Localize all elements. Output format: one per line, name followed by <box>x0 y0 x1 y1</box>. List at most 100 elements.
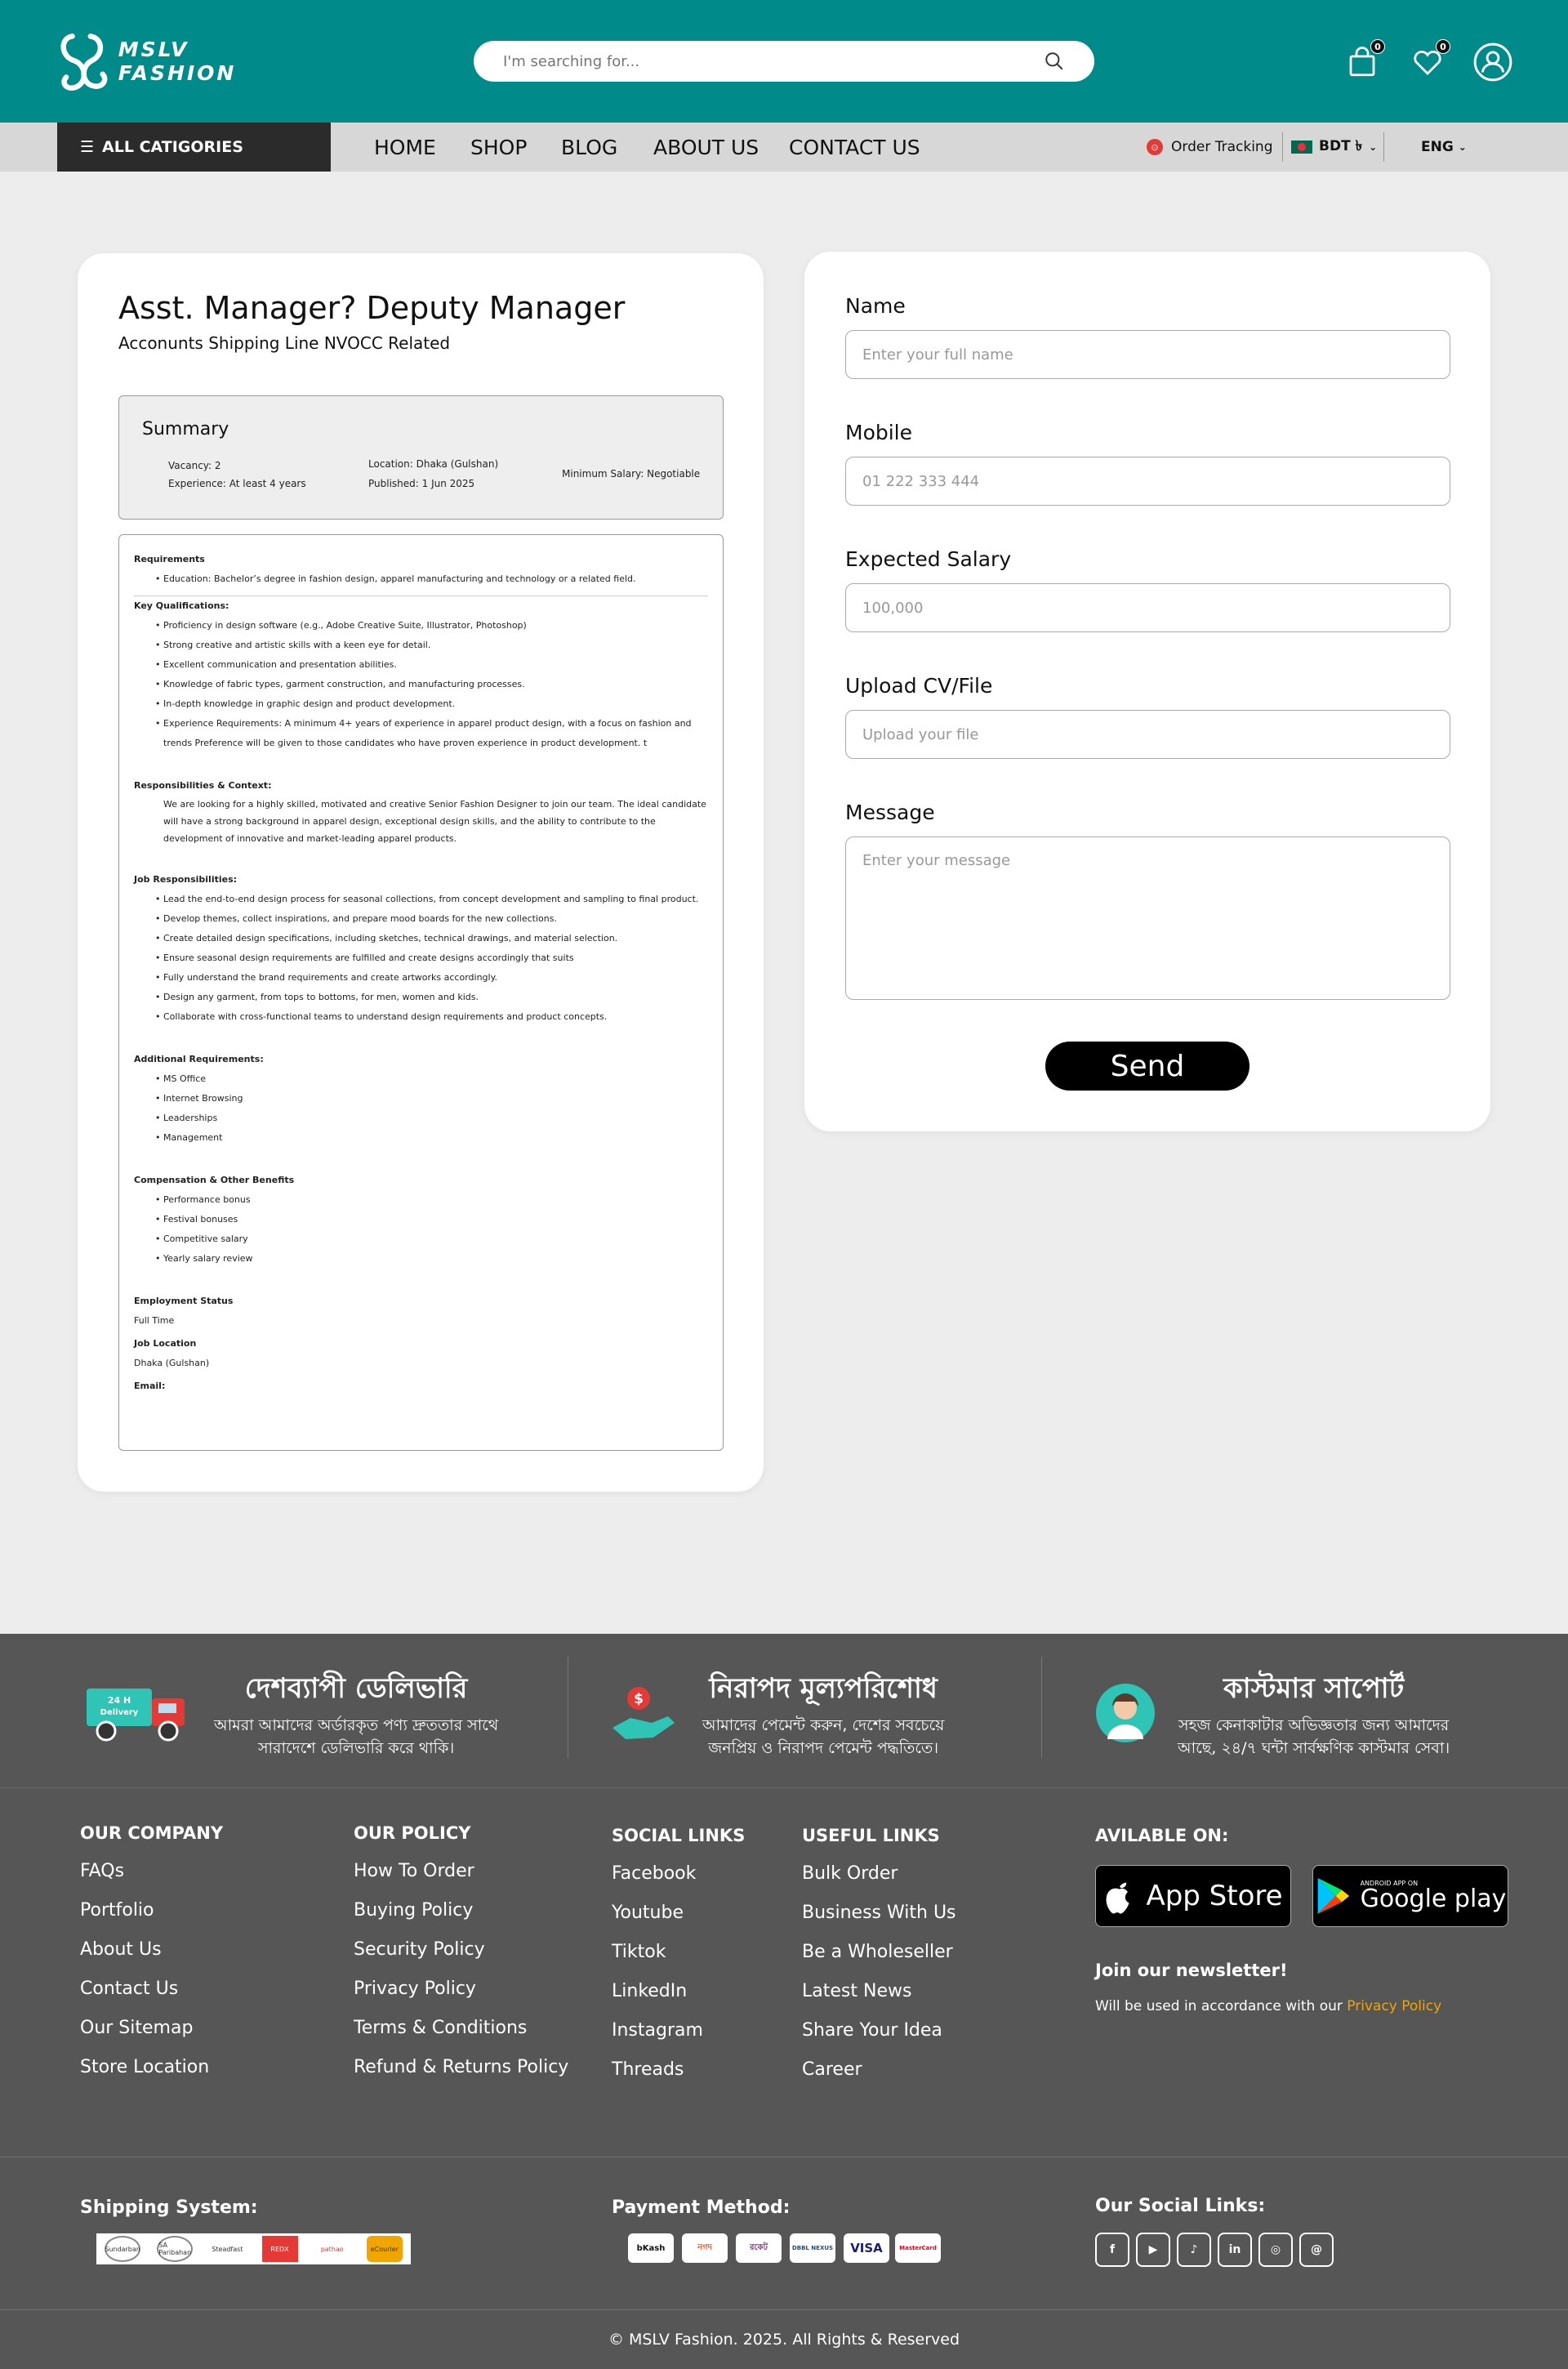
footer-link[interactable]: Security Policy <box>354 1939 568 1960</box>
apple-icon <box>1107 1882 1129 1914</box>
message-field[interactable]: Enter your message <box>845 837 1450 1000</box>
footer-link[interactable]: Contact Us <box>80 1979 223 1999</box>
feature-support: কাস্টমার সাপোর্ট সহজ কেনাকাটার অভিজ্ঞতার… <box>1093 1660 1501 1766</box>
footer-link[interactable]: FAQs <box>80 1861 223 1881</box>
search-input[interactable] <box>503 52 993 70</box>
footer-heading: USEFUL LINKS <box>802 1826 940 1845</box>
footer-link[interactable]: Store Location <box>80 2057 223 2077</box>
google-play-icon <box>1317 1878 1349 1914</box>
courier-logo: REDX <box>261 2236 298 2262</box>
mobile-field[interactable]: 01 222 333 444 <box>845 457 1450 506</box>
threads-icon[interactable]: @ <box>1299 2233 1334 2267</box>
menu-icon: ☰ <box>80 138 95 156</box>
name-field[interactable]: Enter your full name <box>845 330 1450 379</box>
footer-heading: OUR COMPANY <box>80 1823 224 1843</box>
footer-link[interactable]: Instagram <box>612 2020 745 2041</box>
footer-useful-column: USEFUL LINKS Bulk Order Business With Us… <box>802 1826 956 2099</box>
job-title: Asst. Manager? Deputy Manager <box>118 290 626 326</box>
nav-shop[interactable]: SHOP <box>470 123 527 172</box>
list-item: Excellent communication and presentation… <box>155 655 708 675</box>
footer-link[interactable]: How To Order <box>354 1861 568 1881</box>
list-item: Management <box>155 1128 708 1148</box>
footer-link[interactable]: Bulk Order <box>802 1863 956 1884</box>
svg-text:Delivery: Delivery <box>100 1708 139 1717</box>
nav-contact-us[interactable]: CONTACT US <box>789 123 920 172</box>
vacancy-text: Vacancy: 2 <box>168 460 221 471</box>
footer-link[interactable]: Tiktok <box>612 1942 745 1962</box>
list-item: Develop themes, collect inspirations, an… <box>155 909 708 929</box>
footer-link[interactable]: Threads <box>612 2059 745 2080</box>
newsletter-description: Will be used in accordance with our <box>1095 1998 1343 2014</box>
employment-status-value: Full Time <box>134 1315 175 1326</box>
footer-link[interactable]: Buying Policy <box>354 1900 568 1921</box>
nav-about-us[interactable]: ABOUT US <box>653 123 759 172</box>
job-location-heading: Job Location <box>134 1338 197 1349</box>
bangladesh-flag-icon <box>1291 141 1312 154</box>
send-button[interactable]: Send <box>1045 1042 1250 1091</box>
customer-support-icon <box>1096 1684 1155 1742</box>
currency-selector[interactable]: BDT ৳ ⌄ <box>1282 132 1377 162</box>
user-icon <box>1473 42 1512 82</box>
brand-logo[interactable]: MSLV FASHION <box>57 28 302 95</box>
footer-link[interactable]: Our Sitemap <box>80 2018 223 2038</box>
order-tracking-link[interactable]: ⊙ Order Tracking <box>1147 136 1273 158</box>
footer-heading: AVILABLE ON: <box>1095 1826 1229 1845</box>
expected-salary-field[interactable]: 100,000 <box>845 583 1450 632</box>
search-bar[interactable] <box>474 41 1094 82</box>
footer-link[interactable]: Facebook <box>612 1863 745 1884</box>
nav-blog[interactable]: BLOG <box>561 123 617 172</box>
footer-link[interactable]: Privacy Policy <box>354 1979 568 1999</box>
language-selector[interactable]: ENG ⌄ <box>1383 132 1467 162</box>
footer-link[interactable]: Career <box>802 2059 956 2080</box>
list-item: Ensure seasonal design requirements are … <box>155 948 708 968</box>
footer-link[interactable]: Portfolio <box>80 1900 223 1921</box>
wishlist-button[interactable]: 0 <box>1408 39 1450 82</box>
divider <box>1041 1657 1042 1758</box>
footer-link[interactable]: About Us <box>80 1939 223 1960</box>
list-item: MS Office <box>155 1069 708 1089</box>
facebook-icon[interactable]: f <box>1095 2233 1129 2267</box>
job-summary-box: Summary Vacancy: 2 Experience: At least … <box>118 395 724 520</box>
payment-logo-rocket: রকেট <box>736 2233 782 2263</box>
footer-link[interactable]: Terms & Conditions <box>354 2018 568 2038</box>
list-item: Strong creative and artistic skills with… <box>155 636 708 655</box>
footer-link[interactable]: Youtube <box>612 1903 745 1923</box>
feature-text: আমাদের পেমেন্ট করুন, দেশের সবচেয়ে <box>702 1715 945 1734</box>
employment-status-heading: Employment Status <box>134 1296 234 1306</box>
nav-home[interactable]: HOME <box>374 123 436 172</box>
list-item: Design any garment, from tops to bottoms… <box>155 988 708 1007</box>
youtube-icon[interactable]: ▶ <box>1136 2233 1170 2267</box>
upload-cv-field[interactable]: Upload your file <box>845 710 1450 759</box>
footer-link[interactable]: Share Your Idea <box>802 2020 956 2041</box>
footer-link[interactable]: Be a Wholeseller <box>802 1942 956 1962</box>
list-item: Proficiency in design software (e.g., Ad… <box>155 616 708 636</box>
requirements-heading: Requirements <box>134 554 205 564</box>
linkedin-icon[interactable]: in <box>1218 2233 1252 2267</box>
list-item: Fully understand the brand requirements … <box>155 968 708 988</box>
account-button[interactable] <box>1472 41 1514 83</box>
experience-text: Experience: At least 4 years <box>168 478 306 489</box>
app-store-button[interactable]: App Store <box>1095 1865 1291 1927</box>
cart-button[interactable]: 0 <box>1343 39 1385 82</box>
search-icon[interactable] <box>1044 51 1065 72</box>
footer-link[interactable]: Latest News <box>802 1981 956 2001</box>
footer-link[interactable]: LinkedIn <box>612 1981 745 2001</box>
google-play-button[interactable]: ANDROID APP ON Google play <box>1312 1865 1508 1927</box>
list-item: Competitive salary <box>155 1229 708 1249</box>
tiktok-icon[interactable]: ♪ <box>1177 2233 1211 2267</box>
google-play-label: Google play <box>1360 1885 1507 1913</box>
logo-mark-icon <box>60 33 108 91</box>
key-qualifications-heading: Key Qualifications: <box>134 600 229 611</box>
job-description: Requirements Education: Bachelor’s degre… <box>118 534 724 1451</box>
order-tracking-label: Order Tracking <box>1171 139 1273 155</box>
footer-link[interactable]: Refund & Returns Policy <box>354 2057 568 2077</box>
payment-logo-nexus: DBBL NEXUS <box>790 2233 835 2263</box>
all-categories-button[interactable]: ☰ ALL CATIGORIES <box>57 123 331 172</box>
list-item: Create detailed design specifications, i… <box>155 929 708 948</box>
feature-text: আছে, ২৪/৭ ঘন্টা সার্বক্ষণিক কাস্টমার সেব… <box>1178 1738 1450 1757</box>
brand-name: MSLV FASHION <box>118 38 237 85</box>
instagram-icon[interactable]: ◎ <box>1258 2233 1293 2267</box>
our-social-links-heading: Our Social Links: <box>1095 2196 1266 2216</box>
privacy-policy-link[interactable]: Privacy Policy <box>1347 1998 1441 2014</box>
footer-link[interactable]: Business With Us <box>802 1903 956 1923</box>
